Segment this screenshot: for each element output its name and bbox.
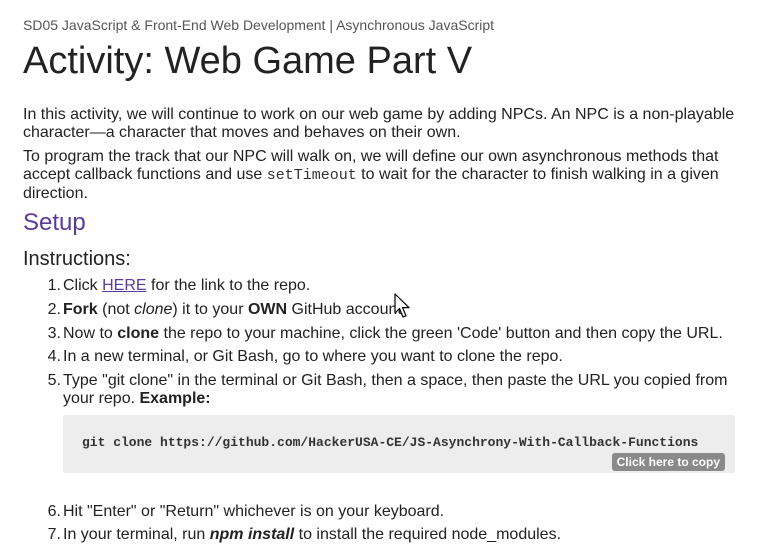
inline-code: setTimeout — [266, 167, 357, 184]
mouse-pointer-icon — [394, 293, 410, 318]
setup-heading: Setup — [23, 209, 86, 236]
step-number: 2. — [47, 301, 61, 318]
repo-link[interactable]: HERE — [102, 277, 146, 294]
intro-paragraph-2: To program the track that our NPC will w… — [23, 148, 743, 203]
step-number: 6. — [47, 503, 61, 520]
step-text: Type "git clone" in the terminal or Git … — [63, 372, 728, 407]
copy-button[interactable]: Click here to copy — [611, 453, 725, 471]
instructions-heading: Instructions: — [23, 248, 131, 270]
step-number: 7. — [47, 526, 61, 543]
step-text: Now to clone the repo to your machine, c… — [63, 325, 723, 342]
step-number: 5. — [47, 372, 61, 389]
breadcrumb: SD05 JavaScript & Front-End Web Developm… — [23, 17, 495, 33]
code-example-block: git clone https://github.com/HackerUSA-C… — [63, 415, 735, 473]
git-clone-command[interactable]: git clone https://github.com/HackerUSA-C… — [82, 435, 698, 450]
step-text: Hit "Enter" or "Return" whichever is on … — [63, 503, 445, 520]
page-title: Activity: Web Game Part V — [23, 40, 473, 82]
step-number: 3. — [47, 325, 61, 342]
step-text: In a new terminal, or Git Bash, go to wh… — [63, 348, 563, 365]
step-number: 1. — [47, 277, 61, 294]
step-text: In your terminal, run npm install to ins… — [63, 526, 562, 543]
intro-paragraph-1: In this activity, we will continue to wo… — [23, 106, 735, 141]
step-number: 4. — [47, 348, 61, 365]
